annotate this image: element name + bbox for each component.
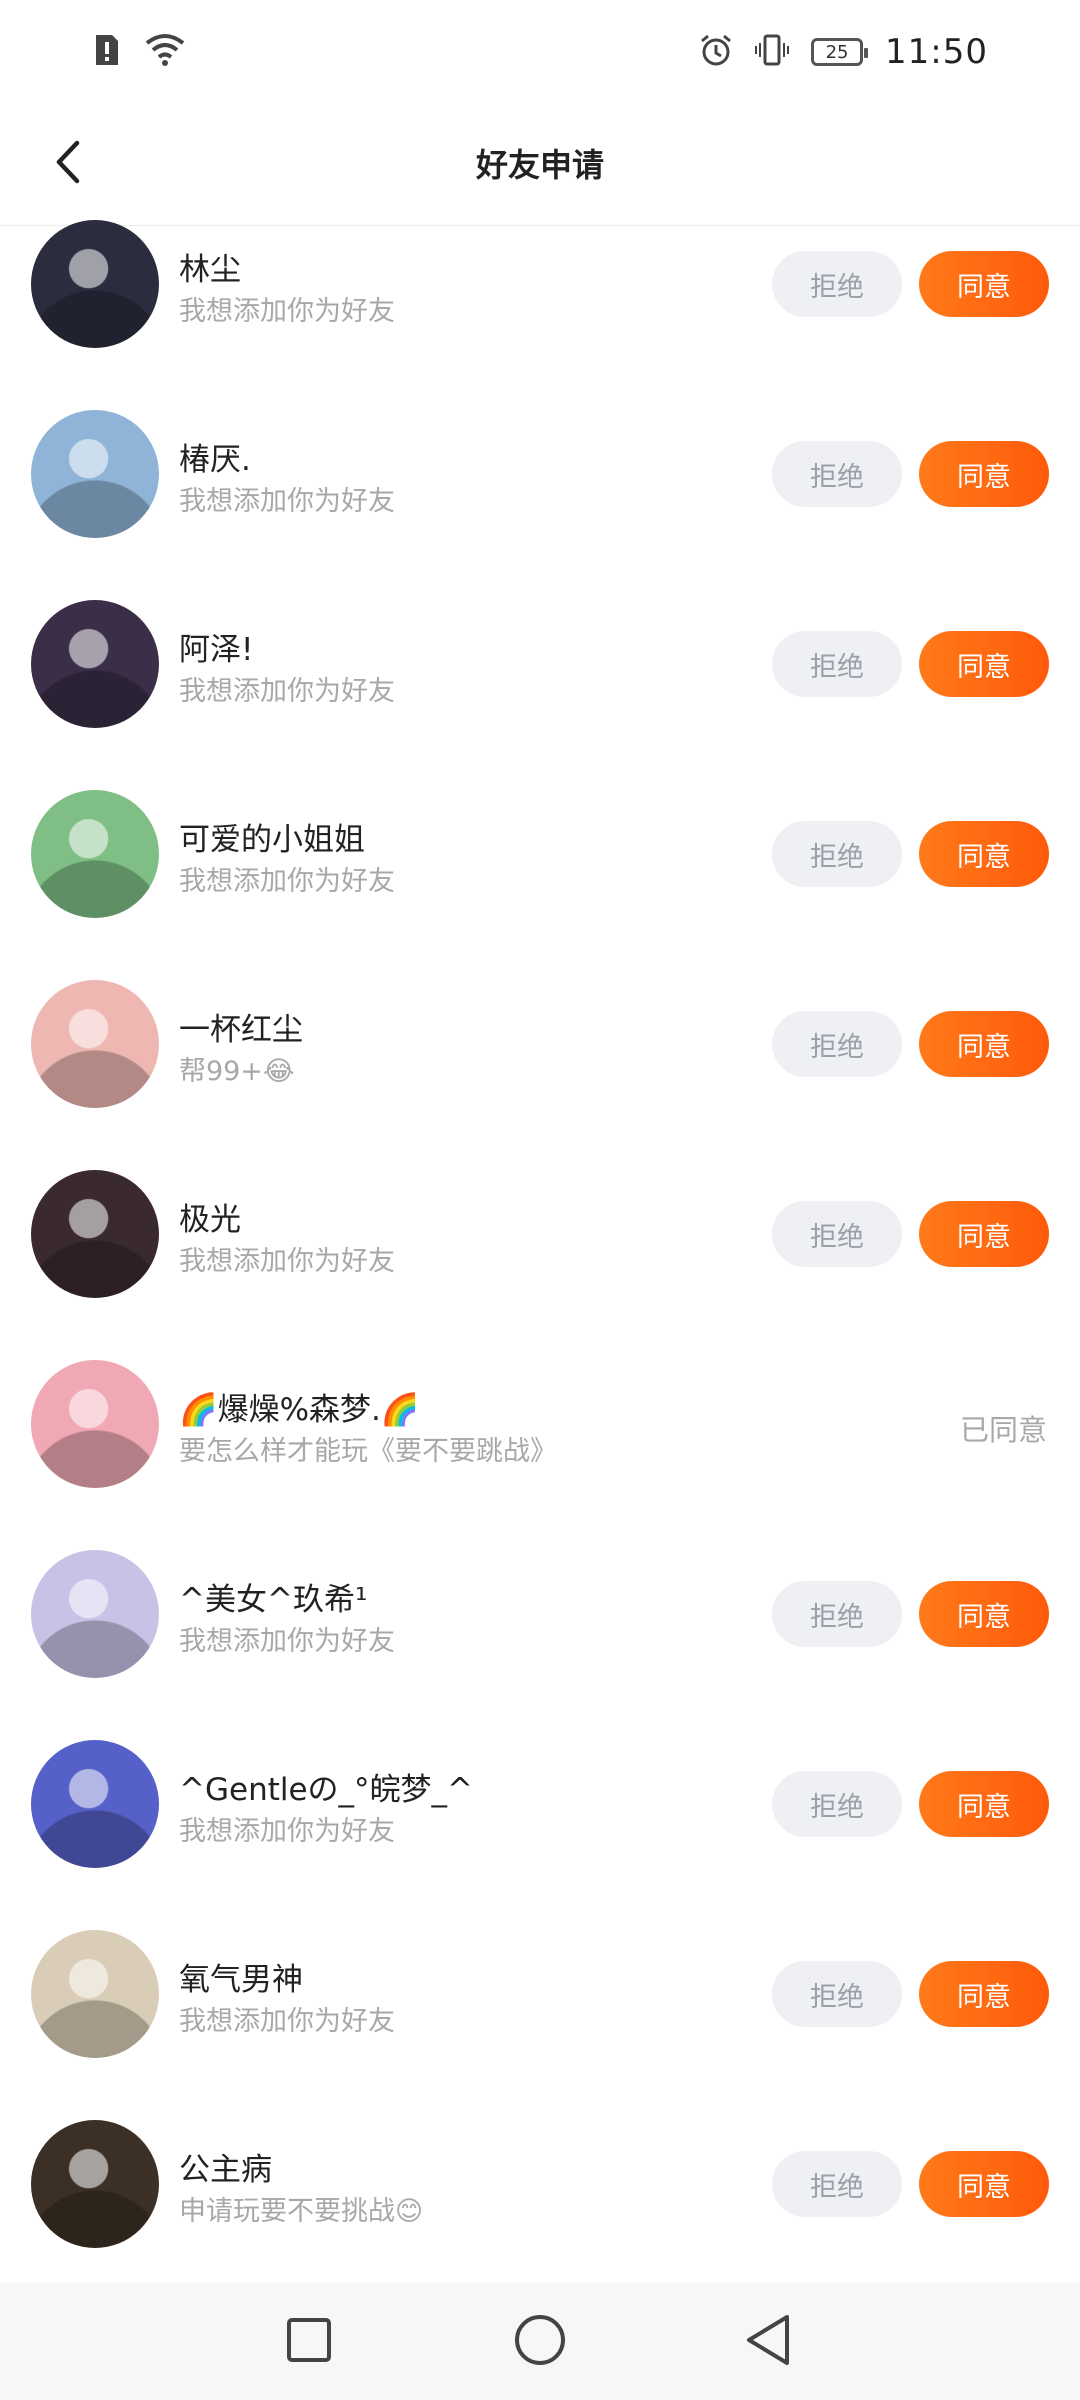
agree-button[interactable]: 同意 xyxy=(919,2151,1049,2217)
request-message: 我想添加你为好友 xyxy=(179,486,395,517)
friend-request-row[interactable]: 极光我想添加你为好友 拒绝 同意 xyxy=(0,1139,1080,1329)
requester-name: 🌈爆燥%森梦.🌈 xyxy=(179,1392,420,1428)
agree-button[interactable]: 同意 xyxy=(919,1201,1049,1267)
agree-button[interactable]: 同意 xyxy=(919,821,1049,887)
request-message: 我想添加你为好友 xyxy=(179,866,395,897)
status-right: 25 11:50 xyxy=(699,32,988,72)
status-left xyxy=(92,33,186,71)
home-button[interactable] xyxy=(480,2283,600,2400)
request-message: 帮99+😂 xyxy=(179,1056,295,1087)
system-nav-bar xyxy=(0,2283,1080,2400)
friend-request-row[interactable]: 公主病申请玩要不要挑战😊 拒绝 同意 xyxy=(0,2089,1080,2279)
circle-icon xyxy=(513,2313,567,2371)
status-time: 11:50 xyxy=(885,32,988,72)
header: 好友申请 xyxy=(0,104,1080,226)
avatar[interactable] xyxy=(31,1930,159,2058)
square-icon xyxy=(285,2316,333,2368)
friend-request-row[interactable]: 阿泽! 我想添加你为好友 拒绝 同意 xyxy=(0,569,1080,759)
reject-button[interactable]: 拒绝 xyxy=(772,1961,902,2027)
back-nav-button[interactable] xyxy=(708,2283,828,2400)
reject-button[interactable]: 拒绝 xyxy=(772,1581,902,1647)
requester-name: ^美女^玖希¹ xyxy=(179,1582,368,1618)
reject-button[interactable]: 拒绝 xyxy=(772,631,902,697)
agree-button[interactable]: 同意 xyxy=(919,251,1049,317)
requester-name: 林尘 xyxy=(179,252,241,288)
avatar[interactable] xyxy=(31,410,159,538)
requester-name: 一杯红尘 xyxy=(179,1012,303,1048)
friend-request-row[interactable]: 氧气男神我想添加你为好友 拒绝 同意 xyxy=(0,1899,1080,2089)
request-message: 我想添加你为好友 xyxy=(179,1816,395,1847)
request-message: 我想添加你为好友 xyxy=(179,1246,395,1277)
request-message: 要怎么样才能玩《要不要跳战》 xyxy=(179,1436,557,1467)
requester-name: 阿泽! xyxy=(179,632,254,668)
agree-button[interactable]: 同意 xyxy=(919,441,1049,507)
friend-request-row[interactable]: 林尘我想添加你为好友 拒绝 同意 xyxy=(0,220,1080,379)
friend-request-row[interactable]: ^Gentleの_°皖梦_^ 我想添加你为好友 拒绝 同意 xyxy=(0,1709,1080,1899)
agreed-status-label: 已同意 xyxy=(959,1413,1047,1447)
reject-button[interactable]: 拒绝 xyxy=(772,1011,902,1077)
reject-button[interactable]: 拒绝 xyxy=(772,1201,902,1267)
avatar[interactable] xyxy=(31,1360,159,1488)
requester-name: 氧气男神 xyxy=(179,1962,303,1998)
reject-button[interactable]: 拒绝 xyxy=(772,2151,902,2217)
avatar[interactable] xyxy=(31,980,159,1108)
reject-button[interactable]: 拒绝 xyxy=(772,821,902,887)
agree-button[interactable]: 同意 xyxy=(919,1581,1049,1647)
reject-button[interactable]: 拒绝 xyxy=(772,251,902,317)
avatar[interactable] xyxy=(31,1740,159,1868)
alarm-icon xyxy=(699,33,733,71)
recents-button[interactable] xyxy=(249,2283,369,2400)
reject-button[interactable]: 拒绝 xyxy=(772,1771,902,1837)
avatar[interactable] xyxy=(31,2120,159,2248)
avatar[interactable] xyxy=(31,1170,159,1298)
friend-request-row[interactable]: 可爱的小姐姐我想添加你为好友 拒绝 同意 xyxy=(0,759,1080,949)
request-message: 我想添加你为好友 xyxy=(179,1626,395,1657)
avatar[interactable] xyxy=(31,1550,159,1678)
request-message: 我想添加你为好友 xyxy=(179,296,395,327)
request-message: 申请玩要不要挑战😊 xyxy=(179,2196,424,2227)
requester-name: 可爱的小姐姐 xyxy=(179,822,365,858)
page-title: 好友申请 xyxy=(475,146,604,184)
battery-icon: 25 xyxy=(811,38,869,66)
request-message: 我想添加你为好友 xyxy=(179,676,395,707)
sim-alert-icon xyxy=(92,33,122,71)
requester-name: 公主病 xyxy=(179,2152,272,2188)
avatar[interactable] xyxy=(31,790,159,918)
requester-name: 极光 xyxy=(179,1202,241,1238)
agree-button[interactable]: 同意 xyxy=(919,631,1049,697)
wifi-icon xyxy=(144,33,186,71)
agree-button[interactable]: 同意 xyxy=(919,1771,1049,1837)
request-message: 我想添加你为好友 xyxy=(179,2006,395,2037)
friend-request-row[interactable]: 一杯红尘帮99+😂 拒绝 同意 xyxy=(0,949,1080,1139)
avatar[interactable] xyxy=(31,600,159,728)
agree-button[interactable]: 同意 xyxy=(919,1961,1049,2027)
vibrate-icon xyxy=(755,33,790,71)
reject-button[interactable]: 拒绝 xyxy=(772,441,902,507)
requester-name: 椿厌. xyxy=(179,442,251,478)
friend-request-list: 林尘 我想添加你为好友 拒绝 同意 椿厌. 我想添加你为好友 拒绝 同意 阿泽! 我想添加你为好友… xyxy=(0,220,1080,2279)
friend-request-row[interactable]: 椿厌. 我想添加你为好友 拒绝 同意 xyxy=(0,379,1080,569)
friend-request-row[interactable]: 🌈爆燥%森梦.🌈 要怎么样才能玩《要不要跳战》 已同意 xyxy=(0,1329,1080,1519)
avatar[interactable] xyxy=(31,220,159,348)
triangle-back-icon xyxy=(743,2313,793,2371)
friend-request-row[interactable]: ^美女^玖希¹ 我想添加你为好友 拒绝 同意 xyxy=(0,1519,1080,1709)
status-bar: 25 11:50 xyxy=(0,0,1080,104)
requester-name: ^Gentleの_°皖梦_^ xyxy=(179,1772,474,1808)
agree-button[interactable]: 同意 xyxy=(919,1011,1049,1077)
